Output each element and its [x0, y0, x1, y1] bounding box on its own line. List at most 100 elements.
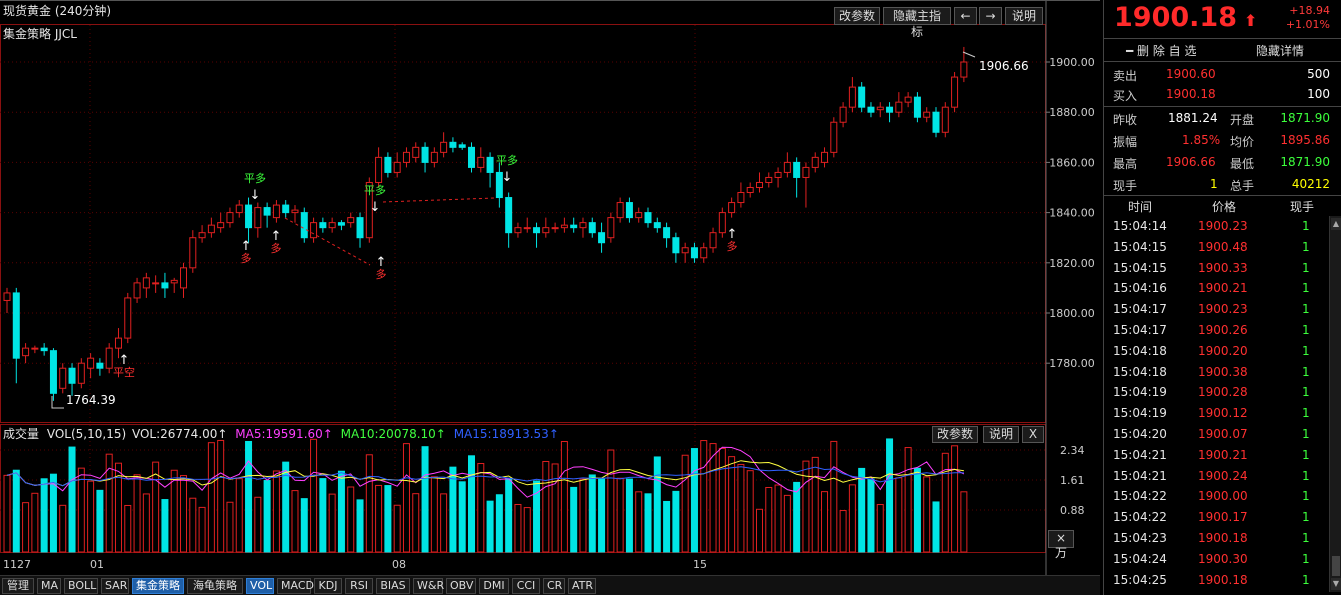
tick-qty: 1 — [1302, 385, 1310, 400]
tick-time: 15:04:17 — [1113, 323, 1167, 337]
volume-bar — [523, 507, 531, 553]
candle — [607, 217, 615, 239]
volume-bar — [161, 499, 169, 553]
scroll-up-icon[interactable]: ▲ — [1331, 218, 1341, 230]
tick-price: 1900.30 — [1198, 551, 1248, 566]
volume-change-params-button[interactable]: 改参数 — [932, 426, 978, 443]
volume-bar — [449, 466, 457, 553]
tick-qty: 1 — [1302, 323, 1310, 337]
delete-favorite-button[interactable]: ━ 删 除 自 选 — [1126, 42, 1196, 59]
volume-bar — [337, 470, 345, 553]
toolbar-item-vol[interactable]: VOL — [246, 578, 274, 594]
toolbar-item-cr[interactable]: CR — [543, 578, 565, 594]
volume-bar — [412, 493, 420, 553]
toolbar-item-obv[interactable]: OBV — [446, 578, 476, 594]
candle — [235, 204, 243, 214]
chart-area[interactable]: 1900.00 1880.00 1860.00 1840.00 1820.00 1800.… — [0, 0, 1100, 595]
volume-bar — [886, 438, 894, 553]
candle — [198, 232, 206, 239]
toolbar-item-bias[interactable]: BIAS — [376, 578, 410, 594]
candle — [152, 282, 160, 285]
volume-param: VOL(5,10,15) — [46, 427, 127, 441]
arrow-left-icon[interactable]: ← — [954, 7, 977, 25]
toolbar-item-ma[interactable]: MA — [37, 578, 61, 594]
volume-bar — [430, 476, 438, 553]
tick-row: 15:04:22 1900.17 1 — [1104, 507, 1329, 528]
toolbar-item-macd[interactable]: MACD — [277, 578, 314, 594]
volume-bar — [848, 484, 856, 553]
scroll-thumb[interactable] — [1332, 556, 1340, 576]
candle — [291, 209, 299, 214]
tick-row: 15:04:25 1900.18 1 — [1104, 570, 1329, 591]
toolbar-item-sar[interactable]: SAR — [101, 578, 129, 594]
scroll-down-icon[interactable]: ▼ — [1331, 578, 1341, 590]
low-label: 最低 — [1230, 157, 1255, 171]
prev-close-value: 1881.24 — [1168, 111, 1218, 125]
prev-close-label: 昨收 — [1113, 113, 1138, 127]
amplitude-row: 振幅 1.85% 均价 1895.86 — [1104, 130, 1341, 150]
candle — [802, 166, 810, 178]
candle — [254, 207, 262, 229]
tick-qty: 1 — [1302, 447, 1310, 462]
tick-scrollbar[interactable]: ▲ ▼ — [1329, 216, 1341, 592]
toolbar-item-kdj[interactable]: KDJ — [314, 578, 342, 594]
candle — [523, 227, 531, 230]
candle — [616, 202, 624, 219]
volume-bar — [254, 496, 262, 553]
candlestick-chart[interactable]: 1900.00 1880.00 1860.00 1840.00 1820.00 1800.… — [0, 0, 1100, 575]
volume-bar — [189, 497, 197, 553]
toolbar-item-boll[interactable]: BOLL — [64, 578, 98, 594]
high-marker — [962, 51, 976, 58]
tick-row: 15:04:18 1900.38 1 — [1104, 362, 1329, 383]
volume-bar — [635, 491, 643, 553]
indicator-toolbar: 管理 MA BOLL SAR 集金策略 海龟策略 VOL MACD KDJ RSI BIAS W&R O… — [0, 575, 1100, 595]
candle — [207, 224, 215, 234]
toolbar-item-dmi[interactable]: DMI — [479, 578, 509, 594]
tick-qty: 1 — [1302, 302, 1310, 317]
toolbar-item-[interactable]: 集金策略 — [132, 578, 184, 594]
volume-bar — [746, 470, 754, 553]
change-params-button[interactable]: 改参数 — [834, 7, 880, 25]
arrow-right-icon[interactable]: → — [979, 7, 1002, 25]
toolbar-item-[interactable]: 管理 — [2, 578, 34, 594]
hide-detail-button[interactable]: 隐藏详情 — [1256, 42, 1304, 59]
tick-time: 15:04:15 — [1113, 260, 1167, 275]
toolbar-item-[interactable]: 海龟策略 — [187, 578, 243, 594]
close-icon[interactable]: X — [1022, 426, 1044, 443]
candle — [570, 224, 578, 229]
toolbar-item-rsi[interactable]: RSI — [345, 578, 373, 594]
candle — [282, 204, 290, 214]
volume-bar — [77, 467, 85, 553]
volume-bar — [672, 490, 680, 553]
candle — [672, 237, 680, 254]
volume-bar — [867, 478, 875, 553]
toolbar-item-cci[interactable]: CCI — [512, 578, 540, 594]
volume-unit-button[interactable]: ×万 — [1048, 530, 1074, 560]
volume-bar — [402, 443, 410, 553]
candle — [598, 232, 606, 244]
volume-tick-label: 1.61 — [1060, 474, 1085, 487]
tick-time: 15:04:21 — [1113, 447, 1167, 462]
y-tick-label: 1820.00 — [1049, 257, 1095, 270]
tick-row: 15:04:18 1900.20 1 — [1104, 341, 1329, 362]
y-tick-label: 1880.00 — [1049, 106, 1095, 119]
candle — [458, 144, 466, 148]
volume-bar — [737, 463, 745, 553]
signal-label: 平多 — [496, 153, 518, 167]
volume-bar — [690, 448, 698, 553]
hide-main-indicator-button[interactable]: 隐藏主指标 — [883, 7, 951, 39]
volume-bar — [941, 452, 949, 553]
arrow-up-icon: ↑ — [727, 227, 738, 242]
toolbar-item-wr[interactable]: W&R — [413, 578, 444, 594]
candle — [941, 106, 949, 133]
candle — [579, 222, 587, 229]
tick-row: 15:04:22 1900.00 1 — [1104, 486, 1329, 507]
avg-label: 均价 — [1230, 135, 1255, 149]
toolbar-item-atr[interactable]: ATR — [568, 578, 596, 594]
explain-button[interactable]: 说明 — [1005, 7, 1043, 25]
volume-bar — [960, 491, 968, 553]
volume-explain-button[interactable]: 说明 — [983, 426, 1019, 443]
candle — [272, 204, 280, 219]
candle — [793, 161, 801, 178]
volume-bar — [700, 440, 708, 553]
